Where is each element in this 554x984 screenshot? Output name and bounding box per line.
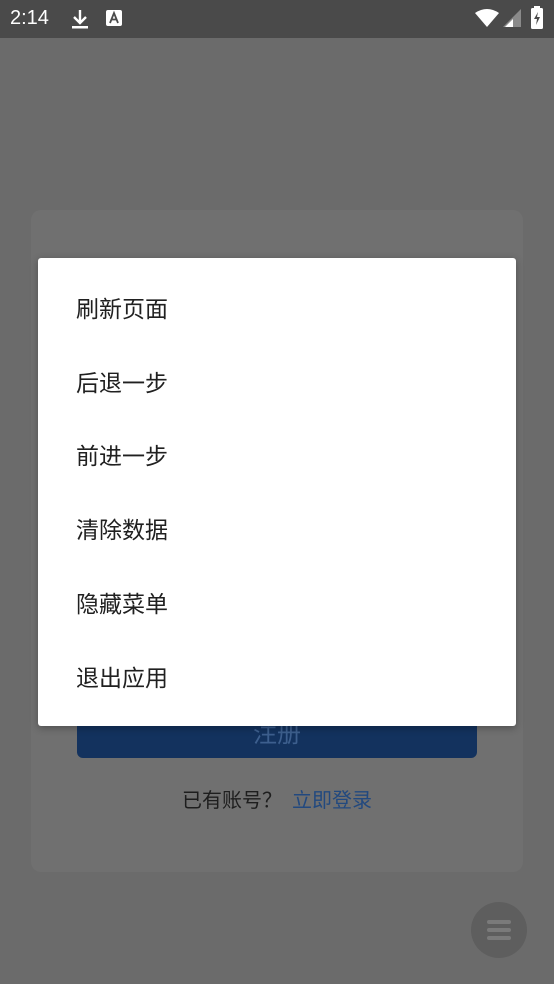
wifi-icon [475, 9, 499, 27]
login-prompt-row: 已有账号？ 立即登录 [31, 784, 523, 813]
menu-item-label: 前进一步 [76, 444, 168, 470]
menu-item-exit-app[interactable]: 退出应用 [38, 639, 516, 713]
menu-item-label: 刷新页面 [76, 297, 168, 323]
battery-icon [531, 6, 543, 29]
menu-item-label: 退出应用 [76, 666, 168, 692]
menu-item-back[interactable]: 后退一步 [38, 344, 516, 418]
keyboard-a-icon [106, 10, 122, 26]
menu-item-label: 隐藏菜单 [76, 592, 168, 618]
menu-item-forward[interactable]: 前进一步 [38, 417, 516, 491]
login-prompt: 已有账号？ [182, 788, 282, 812]
menu-lines-icon [487, 920, 511, 940]
menu-item-clear-data[interactable]: 清除数据 [38, 491, 516, 565]
menu-item-hide-menu[interactable]: 隐藏菜单 [38, 565, 516, 639]
status-bar: 2:14 [0, 0, 554, 38]
menu-item-label: 后退一步 [76, 371, 168, 397]
menu-item-refresh[interactable]: 刷新页面 [38, 270, 516, 344]
download-icon [72, 10, 88, 29]
options-menu: 刷新页面 后退一步 前进一步 清除数据 隐藏菜单 退出应用 [38, 258, 516, 726]
cell-signal-icon [503, 9, 521, 27]
status-time: 2:14 [10, 7, 49, 29]
menu-item-label: 清除数据 [76, 518, 168, 544]
login-link[interactable]: 立即登录 [292, 788, 372, 812]
menu-fab-button[interactable] [471, 902, 527, 958]
